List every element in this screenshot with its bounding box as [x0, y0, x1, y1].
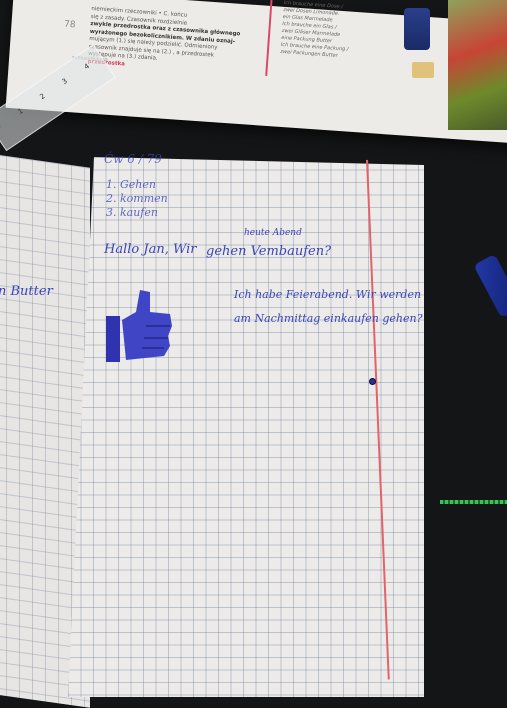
sentence-end: gehen Vembaufen? [206, 244, 332, 259]
list-item: 1. Gehen [106, 178, 156, 191]
left-page-text: n Butter [0, 284, 53, 299]
blue-pen [473, 253, 507, 319]
exercise-header: Ćw 6 / 79 [104, 152, 162, 166]
jar-photo [404, 8, 430, 50]
ink-dot [369, 378, 376, 385]
grocery-photo [448, 0, 507, 130]
thumb-cuff [106, 316, 120, 362]
textbook-paragraph: niemieckim rzeczowniki • C. końcu się z … [87, 0, 281, 79]
list-item: 2. kommen [106, 192, 168, 205]
thumbs-up-drawing [106, 290, 172, 362]
inserted-words: heute Abend [244, 228, 302, 238]
textbook-right-column: Ich brauche eine Dose / zwei Dosen Limon… [280, 0, 374, 62]
butter-photo [412, 62, 434, 78]
sentence-start: Hallo Jan, Wir [104, 242, 197, 257]
thumb-hand [122, 290, 172, 360]
textbook-page-number: 78 [63, 19, 76, 31]
response-line: Ich habe Feierabend. Wir werden [234, 288, 422, 301]
response-line: am Nachmittag einkaufen gehen? [234, 312, 423, 325]
list-item: 3. kaufen [106, 206, 158, 219]
green-strip [440, 500, 507, 504]
